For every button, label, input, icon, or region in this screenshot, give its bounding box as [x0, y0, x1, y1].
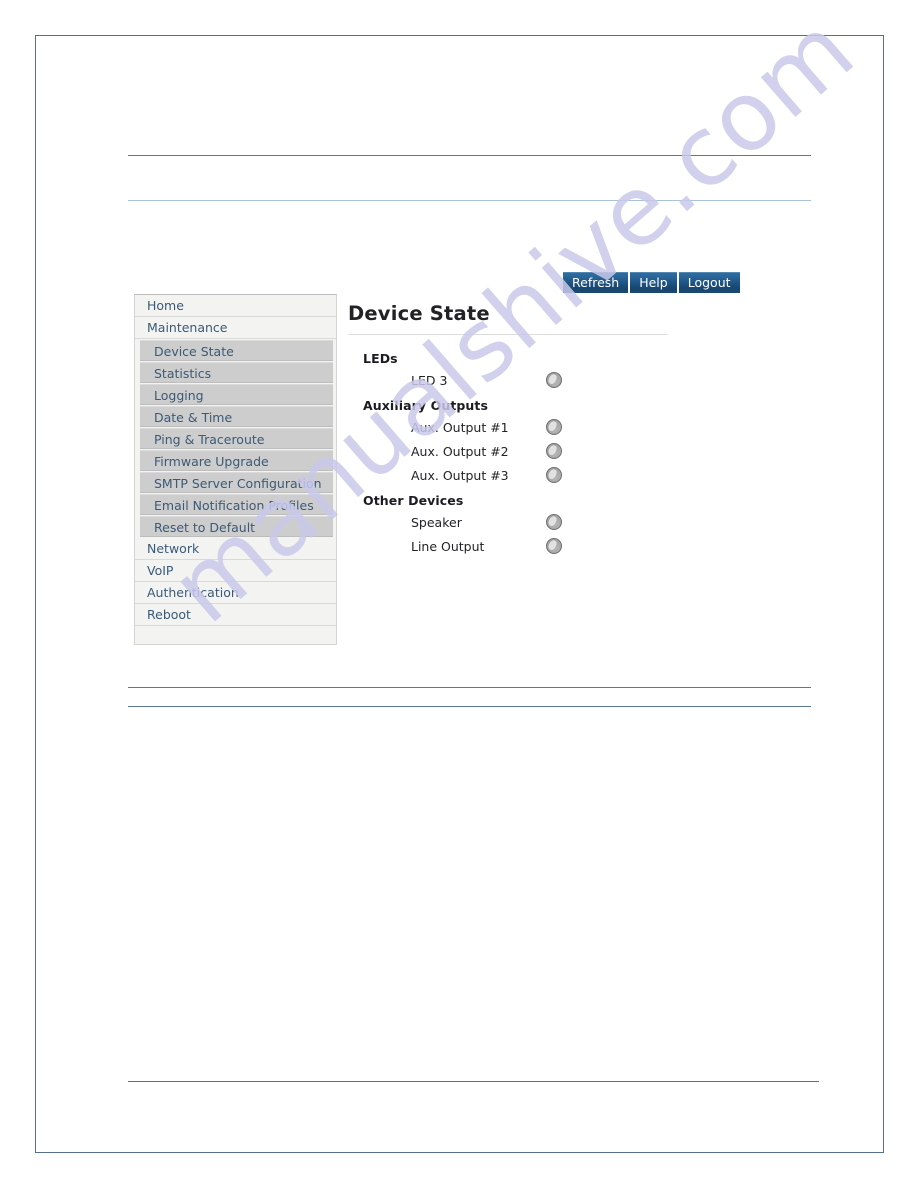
led-indicator-led-3 [546, 372, 562, 388]
led-indicator-speaker [546, 514, 562, 530]
main-panel: Device State LEDs LED 3 Auxiliary Output… [348, 302, 678, 561]
state-label-led-3: LED 3 [411, 373, 448, 388]
sidebar-item-logging[interactable]: Logging [140, 384, 333, 405]
sidebar-item-device-state[interactable]: Device State [140, 340, 333, 361]
sidebar-nav: Home Maintenance Device State Statistics… [134, 294, 337, 645]
state-row-speaker: Speaker [363, 513, 678, 537]
state-label-speaker: Speaker [411, 515, 462, 530]
state-label-line-output: Line Output [411, 539, 485, 554]
sidebar-item-network[interactable]: Network [135, 538, 336, 560]
sidebar-item-reset-to-default[interactable]: Reset to Default [140, 516, 333, 537]
sidebar-item-voip[interactable]: VoIP [135, 560, 336, 582]
sidebar-item-ping-and-traceroute[interactable]: Ping & Traceroute [140, 428, 333, 449]
sidebar-item-home[interactable]: Home [135, 295, 336, 317]
refresh-button[interactable]: Refresh [563, 272, 629, 293]
group-title-other-devices: Other Devices [363, 493, 464, 508]
device-web-ui: Refresh Help Logout Home Maintenance Dev… [0, 0, 918, 1188]
state-label-aux-output-3: Aux. Output #3 [411, 468, 509, 483]
sidebar-item-date-and-time[interactable]: Date & Time [140, 406, 333, 427]
state-row-aux-output-3: Aux. Output #3 [363, 466, 678, 490]
state-row-aux-output-2: Aux. Output #2 [363, 442, 678, 466]
led-indicator-line-output [546, 538, 562, 554]
sidebar-item-firmware-upgrade[interactable]: Firmware Upgrade [140, 450, 333, 471]
led-indicator-aux-output-1 [546, 419, 562, 435]
action-button-bar: Refresh Help Logout [563, 272, 740, 293]
state-row-aux-output-1: Aux. Output #1 [363, 418, 678, 442]
sidebar-item-smtp-server-configuration[interactable]: SMTP Server Configuration [140, 472, 333, 493]
state-row-led-3: LED 3 [363, 371, 678, 395]
led-indicator-aux-output-2 [546, 443, 562, 459]
group-auxiliary-outputs: Auxiliary Outputs Aux. Output #1 Aux. Ou… [348, 398, 678, 490]
logout-button[interactable]: Logout [678, 272, 740, 293]
title-divider [348, 334, 668, 335]
group-other-devices: Other Devices Speaker Line Output [348, 493, 678, 561]
page-title: Device State [348, 302, 490, 325]
sidebar-item-statistics[interactable]: Statistics [140, 362, 333, 383]
state-row-line-output: Line Output [363, 537, 678, 561]
help-button[interactable]: Help [630, 272, 677, 293]
sidebar-item-maintenance[interactable]: Maintenance [135, 317, 336, 339]
group-leds: LEDs LED 3 [348, 351, 678, 395]
sidebar-item-email-notification-profiles[interactable]: Email Notification Profiles [140, 494, 333, 515]
led-indicator-aux-output-3 [546, 467, 562, 483]
state-label-aux-output-2: Aux. Output #2 [411, 444, 509, 459]
sidebar-item-reboot[interactable]: Reboot [135, 604, 336, 626]
group-title-leds: LEDs [363, 351, 398, 366]
sidebar-item-authentication[interactable]: Authentication [135, 582, 336, 604]
state-label-aux-output-1: Aux. Output #1 [411, 420, 509, 435]
group-title-auxiliary-outputs: Auxiliary Outputs [363, 398, 489, 413]
